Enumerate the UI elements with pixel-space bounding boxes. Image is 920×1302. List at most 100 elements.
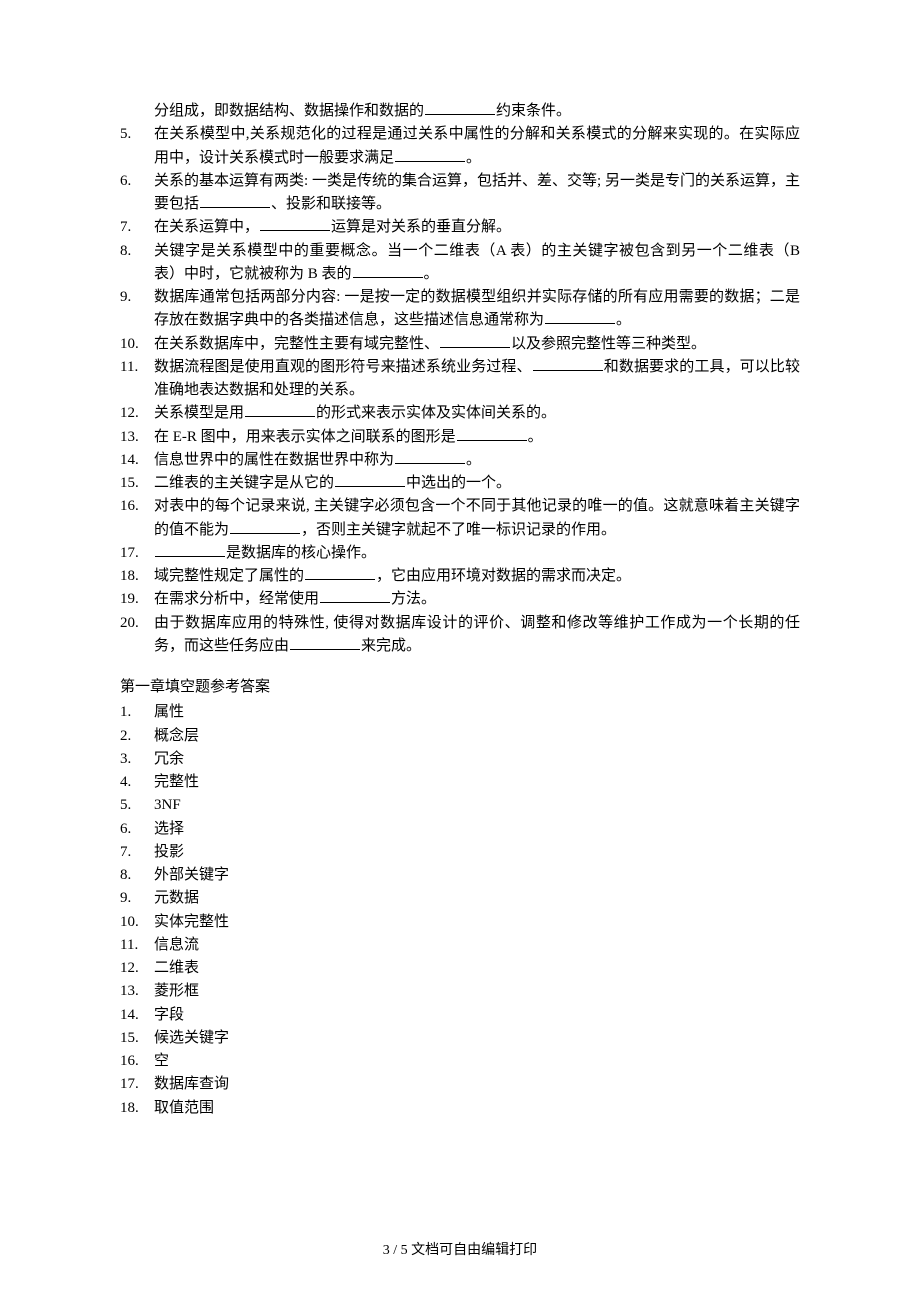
fill-blank [440,333,510,348]
fill-blank [335,473,405,488]
answer-text: 数据库查询 [154,1073,800,1096]
question-text: 分组成，即数据结构、数据操作和数据的约束条件。 [154,100,800,123]
answer-item: 2.概念层 [120,725,800,748]
answer-text: 属性 [154,701,800,724]
answer-number: 17. [120,1073,154,1096]
answer-text: 实体完整性 [154,911,800,934]
fill-blank [395,449,465,464]
answer-number: 16. [120,1050,154,1073]
answer-number: 11. [120,934,154,957]
answer-text: 菱形框 [154,980,800,1003]
fill-blank [320,589,390,604]
question-text: 关键字是关系模型中的重要概念。当一个二维表（A 表）的主关键字被包含到另一个二维… [154,240,800,287]
question-item: 16.对表中的每个记录来说, 主关键字必须包含一个不同于其他记录的唯一的值。这就… [120,495,800,542]
question-number: 8. [120,240,154,287]
question-text: 对表中的每个记录来说, 主关键字必须包含一个不同于其他记录的唯一的值。这就意味着… [154,495,800,542]
question-number: 10. [120,333,154,356]
fill-blank [457,426,527,441]
question-item: 20.由于数据库应用的特殊性, 使得对数据库设计的评价、调整和修改等维护工作成为… [120,612,800,659]
answer-number: 4. [120,771,154,794]
fill-blank [395,147,465,162]
question-item: 15.二维表的主关键字是从它的中选出的一个。 [120,472,800,495]
question-number: 16. [120,495,154,542]
answer-number: 1. [120,701,154,724]
fill-blank [200,194,270,209]
answer-item: 16.空 [120,1050,800,1073]
question-number: 18. [120,565,154,588]
question-text: 关系模型是用的形式来表示实体及实体间关系的。 [154,402,800,425]
fill-blank [545,310,615,325]
question-text: 数据库通常包括两部分内容: 一是按一定的数据模型组织并实际存储的所有应用需要的数… [154,286,800,333]
answer-number: 2. [120,725,154,748]
answer-text: 候选关键字 [154,1027,800,1050]
fill-blank [155,542,225,557]
answer-item: 14.字段 [120,1004,800,1027]
answer-item: 7.投影 [120,841,800,864]
question-item: 6.关系的基本运算有两类: 一类是传统的集合运算，包括并、差、交等; 另一类是专… [120,170,800,217]
question-item: 8.关键字是关系模型中的重要概念。当一个二维表（A 表）的主关键字被包含到另一个… [120,240,800,287]
question-number: 5. [120,123,154,170]
question-text: 由于数据库应用的特殊性, 使得对数据库设计的评价、调整和修改等维护工作成为一个长… [154,612,800,659]
answer-number: 3. [120,748,154,771]
question-number: 13. [120,426,154,449]
answer-item: 12.二维表 [120,957,800,980]
answer-item: 18.取值范围 [120,1097,800,1120]
answer-text: 选择 [154,818,800,841]
fill-blank [230,519,300,534]
answer-text: 空 [154,1050,800,1073]
question-number: 12. [120,402,154,425]
answer-number: 5. [120,794,154,817]
question-number: 19. [120,588,154,611]
answer-text: 外部关键字 [154,864,800,887]
answer-text: 信息流 [154,934,800,957]
answer-item: 8.外部关键字 [120,864,800,887]
question-text: 在关系运算中，运算是对关系的垂直分解。 [154,216,800,239]
question-number [120,100,154,123]
answer-number: 12. [120,957,154,980]
answer-item: 5.3NF [120,794,800,817]
question-item: 10.在关系数据库中，完整性主要有域完整性、以及参照完整性等三种类型。 [120,333,800,356]
answer-text: 取值范围 [154,1097,800,1120]
question-text: 在关系数据库中，完整性主要有域完整性、以及参照完整性等三种类型。 [154,333,800,356]
answer-number: 15. [120,1027,154,1050]
answer-number: 18. [120,1097,154,1120]
question-text: 在需求分析中，经常使用方法。 [154,588,800,611]
answers-list: 1.属性2.概念层3.冗余4.完整性5.3NF6.选择7.投影8.外部关键字9.… [120,701,800,1120]
question-number: 15. [120,472,154,495]
question-item: 7.在关系运算中，运算是对关系的垂直分解。 [120,216,800,239]
question-item: 17.是数据库的核心操作。 [120,542,800,565]
fill-blank [305,566,375,581]
answer-number: 14. [120,1004,154,1027]
answer-number: 8. [120,864,154,887]
question-text: 二维表的主关键字是从它的中选出的一个。 [154,472,800,495]
document-page: 分组成，即数据结构、数据操作和数据的约束条件。5.在关系模型中,关系规范化的过程… [0,0,920,1302]
question-number: 20. [120,612,154,659]
question-item: 9.数据库通常包括两部分内容: 一是按一定的数据模型组织并实际存储的所有应用需要… [120,286,800,333]
answer-text: 概念层 [154,725,800,748]
answer-item: 3.冗余 [120,748,800,771]
answer-number: 6. [120,818,154,841]
answer-item: 17.数据库查询 [120,1073,800,1096]
answer-number: 10. [120,911,154,934]
question-item: 14.信息世界中的属性在数据世界中称为。 [120,449,800,472]
answer-item: 4.完整性 [120,771,800,794]
question-number: 6. [120,170,154,217]
answer-text: 二维表 [154,957,800,980]
answer-text: 冗余 [154,748,800,771]
answer-text: 字段 [154,1004,800,1027]
fill-blank [353,263,423,278]
answer-item: 1.属性 [120,701,800,724]
answer-item: 13.菱形框 [120,980,800,1003]
question-item: 分组成，即数据结构、数据操作和数据的约束条件。 [120,100,800,123]
answer-item: 15.候选关键字 [120,1027,800,1050]
question-number: 9. [120,286,154,333]
question-text: 是数据库的核心操作。 [154,542,800,565]
fill-blank [245,403,315,418]
fill-blank [290,635,360,650]
fill-blank [425,101,495,116]
questions-list: 分组成，即数据结构、数据操作和数据的约束条件。5.在关系模型中,关系规范化的过程… [120,100,800,658]
question-text: 在 E-R 图中，用来表示实体之间联系的图形是。 [154,426,800,449]
question-item: 19.在需求分析中，经常使用方法。 [120,588,800,611]
answer-item: 6.选择 [120,818,800,841]
question-item: 18.域完整性规定了属性的，它由应用环境对数据的需求而决定。 [120,565,800,588]
